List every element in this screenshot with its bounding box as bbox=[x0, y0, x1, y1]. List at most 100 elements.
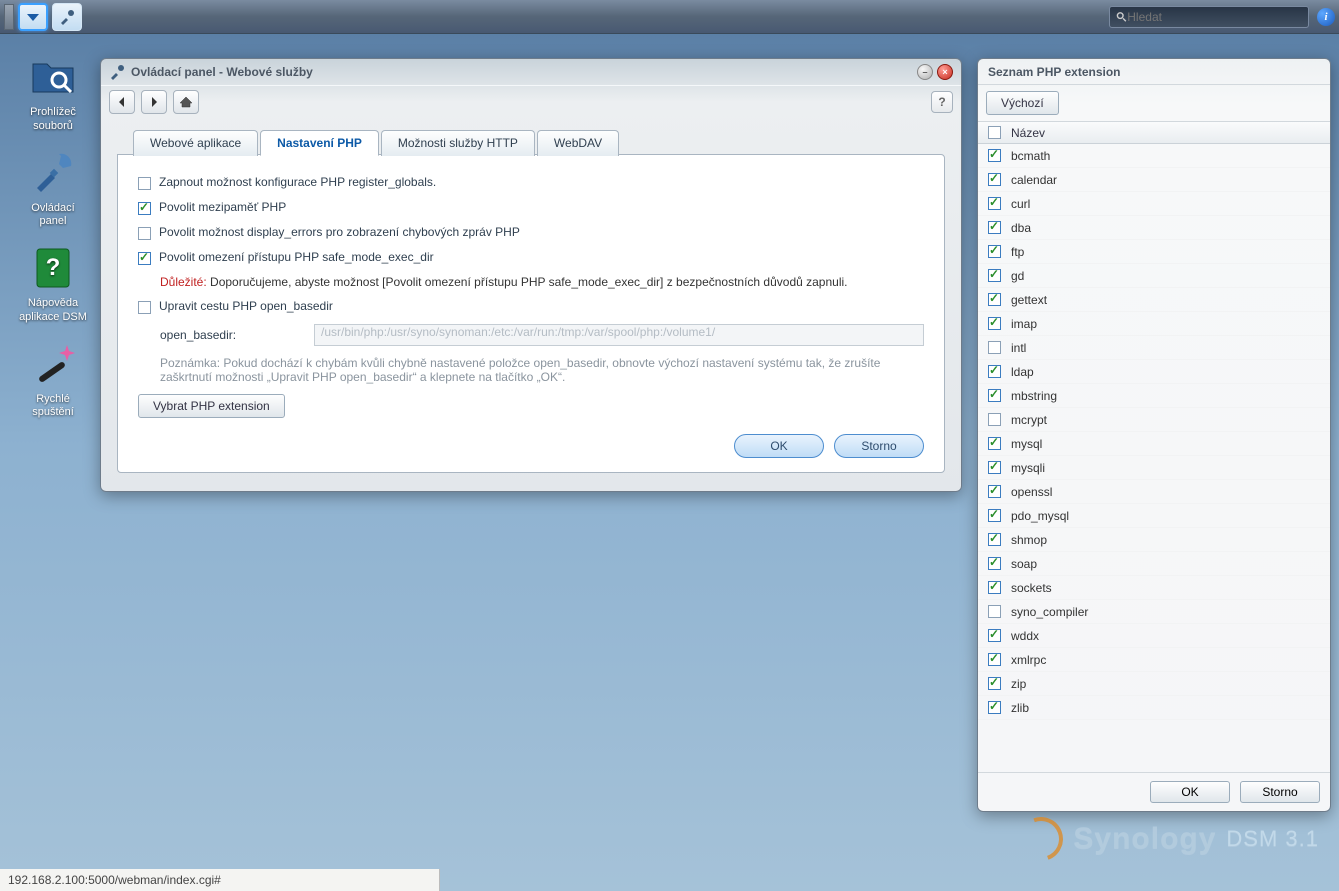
nav-home-button[interactable] bbox=[173, 90, 199, 114]
list-item[interactable]: xmlrpc bbox=[978, 648, 1330, 672]
desktop-icons: Prohlížeč souborů Ovládací panel ? Nápov… bbox=[8, 50, 98, 420]
select-php-extension-button[interactable]: Vybrat PHP extension bbox=[138, 394, 285, 418]
list-item[interactable]: zlib bbox=[978, 696, 1330, 720]
list-item[interactable]: dba bbox=[978, 216, 1330, 240]
extension-checkbox[interactable] bbox=[988, 461, 1001, 474]
checkbox-open-basedir-edit[interactable] bbox=[138, 301, 151, 314]
extension-checkbox[interactable] bbox=[988, 605, 1001, 618]
extension-checkbox[interactable] bbox=[988, 653, 1001, 666]
list-item[interactable]: gettext bbox=[978, 288, 1330, 312]
extension-checkbox[interactable] bbox=[988, 149, 1001, 162]
desktop-icon-dsm-help[interactable]: ? Nápověda aplikace DSM bbox=[13, 241, 93, 325]
window-toolbar: ? bbox=[101, 85, 961, 117]
list-item[interactable]: ldap bbox=[978, 360, 1330, 384]
list-item[interactable]: shmop bbox=[978, 528, 1330, 552]
extension-name: intl bbox=[1011, 341, 1026, 355]
checkbox-safe-mode[interactable] bbox=[138, 252, 151, 265]
list-item[interactable]: mysqli bbox=[978, 456, 1330, 480]
checkbox-register-globals[interactable] bbox=[138, 177, 151, 190]
close-button[interactable]: × bbox=[937, 64, 953, 80]
column-header-name[interactable]: Název bbox=[1011, 126, 1045, 140]
desktop-icon-label: Rychlé spuštění bbox=[13, 393, 93, 421]
extension-checkbox[interactable] bbox=[988, 629, 1001, 642]
window-title: Ovládací panel - Webové služby bbox=[131, 65, 313, 79]
extension-checkbox[interactable] bbox=[988, 557, 1001, 570]
ok-button[interactable]: OK bbox=[734, 434, 824, 458]
tab-web-apps[interactable]: Webové aplikace bbox=[133, 130, 258, 156]
help-book-icon: ? bbox=[29, 243, 77, 291]
list-item[interactable]: soap bbox=[978, 552, 1330, 576]
extension-checkbox[interactable] bbox=[988, 437, 1001, 450]
extension-checkbox[interactable] bbox=[988, 365, 1001, 378]
list-item[interactable]: wddx bbox=[978, 624, 1330, 648]
extension-checkbox[interactable] bbox=[988, 245, 1001, 258]
extension-checkbox[interactable] bbox=[988, 221, 1001, 234]
task-control-panel-button[interactable] bbox=[52, 3, 82, 31]
nav-back-button[interactable] bbox=[109, 90, 135, 114]
desktop-icon-file-browser[interactable]: Prohlížeč souborů bbox=[13, 50, 93, 134]
list-item[interactable]: intl bbox=[978, 336, 1330, 360]
label-open-basedir: open_basedir: bbox=[160, 328, 300, 342]
extension-checkbox[interactable] bbox=[988, 197, 1001, 210]
help-button[interactable]: ? bbox=[931, 91, 953, 113]
watermark: Synology DSM 3.1 bbox=[1019, 817, 1319, 861]
extension-name: zip bbox=[1011, 677, 1026, 691]
list-item[interactable]: calendar bbox=[978, 168, 1330, 192]
tab-webdav[interactable]: WebDAV bbox=[537, 130, 619, 156]
select-all-checkbox[interactable] bbox=[988, 126, 1001, 139]
tab-php-settings[interactable]: Nastavení PHP bbox=[260, 130, 379, 156]
list-item[interactable]: pdo_mysql bbox=[978, 504, 1330, 528]
list-item[interactable]: gd bbox=[978, 264, 1330, 288]
extension-checkbox[interactable] bbox=[988, 485, 1001, 498]
tab-http-options[interactable]: Možnosti služby HTTP bbox=[381, 130, 535, 156]
list-item[interactable]: imap bbox=[978, 312, 1330, 336]
info-icon[interactable]: i bbox=[1317, 8, 1335, 26]
extension-checkbox[interactable] bbox=[988, 701, 1001, 714]
extension-checkbox[interactable] bbox=[988, 509, 1001, 522]
search-input[interactable] bbox=[1127, 10, 1302, 24]
panel-ok-button[interactable]: OK bbox=[1150, 781, 1230, 803]
tab-bar: Webové aplikace Nastavení PHP Možnosti s… bbox=[133, 129, 945, 155]
extension-name: dba bbox=[1011, 221, 1031, 235]
extension-checkbox[interactable] bbox=[988, 677, 1001, 690]
panel-cancel-button[interactable]: Storno bbox=[1240, 781, 1320, 803]
extension-checkbox[interactable] bbox=[988, 533, 1001, 546]
checkbox-display-errors[interactable] bbox=[138, 227, 151, 240]
list-item[interactable]: zip bbox=[978, 672, 1330, 696]
list-item[interactable]: openssl bbox=[978, 480, 1330, 504]
default-button[interactable]: Výchozí bbox=[986, 91, 1059, 115]
label-display-errors: Povolit možnost display_errors pro zobra… bbox=[159, 225, 520, 239]
checkbox-php-cache[interactable] bbox=[138, 202, 151, 215]
list-item[interactable]: mcrypt bbox=[978, 408, 1330, 432]
extension-checkbox[interactable] bbox=[988, 581, 1001, 594]
extension-checkbox[interactable] bbox=[988, 341, 1001, 354]
panel-title[interactable]: Seznam PHP extension bbox=[978, 59, 1330, 85]
show-desktop-button[interactable] bbox=[4, 4, 14, 30]
extension-checkbox[interactable] bbox=[988, 317, 1001, 330]
list-item[interactable]: sockets bbox=[978, 576, 1330, 600]
list-item[interactable]: mbstring bbox=[978, 384, 1330, 408]
status-bar: 192.168.2.100:5000/webman/index.cgi# bbox=[0, 869, 440, 891]
search-box[interactable] bbox=[1109, 6, 1309, 28]
minimize-button[interactable]: – bbox=[917, 64, 933, 80]
desktop-icon-control-panel[interactable]: Ovládací panel bbox=[13, 146, 93, 230]
extension-checkbox[interactable] bbox=[988, 173, 1001, 186]
window-titlebar[interactable]: Ovládací panel - Webové služby – × bbox=[101, 59, 961, 85]
extension-checkbox[interactable] bbox=[988, 413, 1001, 426]
tab-panel-php-settings: Zapnout možnost konfigurace PHP register… bbox=[117, 154, 945, 473]
extension-checkbox[interactable] bbox=[988, 269, 1001, 282]
extension-checkbox[interactable] bbox=[988, 293, 1001, 306]
nav-forward-button[interactable] bbox=[141, 90, 167, 114]
main-menu-button[interactable] bbox=[18, 3, 48, 31]
extension-name: mbstring bbox=[1011, 389, 1057, 403]
list-item[interactable]: bcmath bbox=[978, 144, 1330, 168]
list-item[interactable]: ftp bbox=[978, 240, 1330, 264]
cancel-button[interactable]: Storno bbox=[834, 434, 924, 458]
list-item[interactable]: syno_compiler bbox=[978, 600, 1330, 624]
list-item[interactable]: mysql bbox=[978, 432, 1330, 456]
list-item[interactable]: curl bbox=[978, 192, 1330, 216]
list-header: Název bbox=[978, 122, 1330, 144]
extension-list[interactable]: bcmathcalendarcurl dba ftpgdgettextimap int… bbox=[978, 144, 1330, 772]
extension-checkbox[interactable] bbox=[988, 389, 1001, 402]
desktop-icon-quick-start[interactable]: Rychlé spuštění bbox=[13, 337, 93, 421]
